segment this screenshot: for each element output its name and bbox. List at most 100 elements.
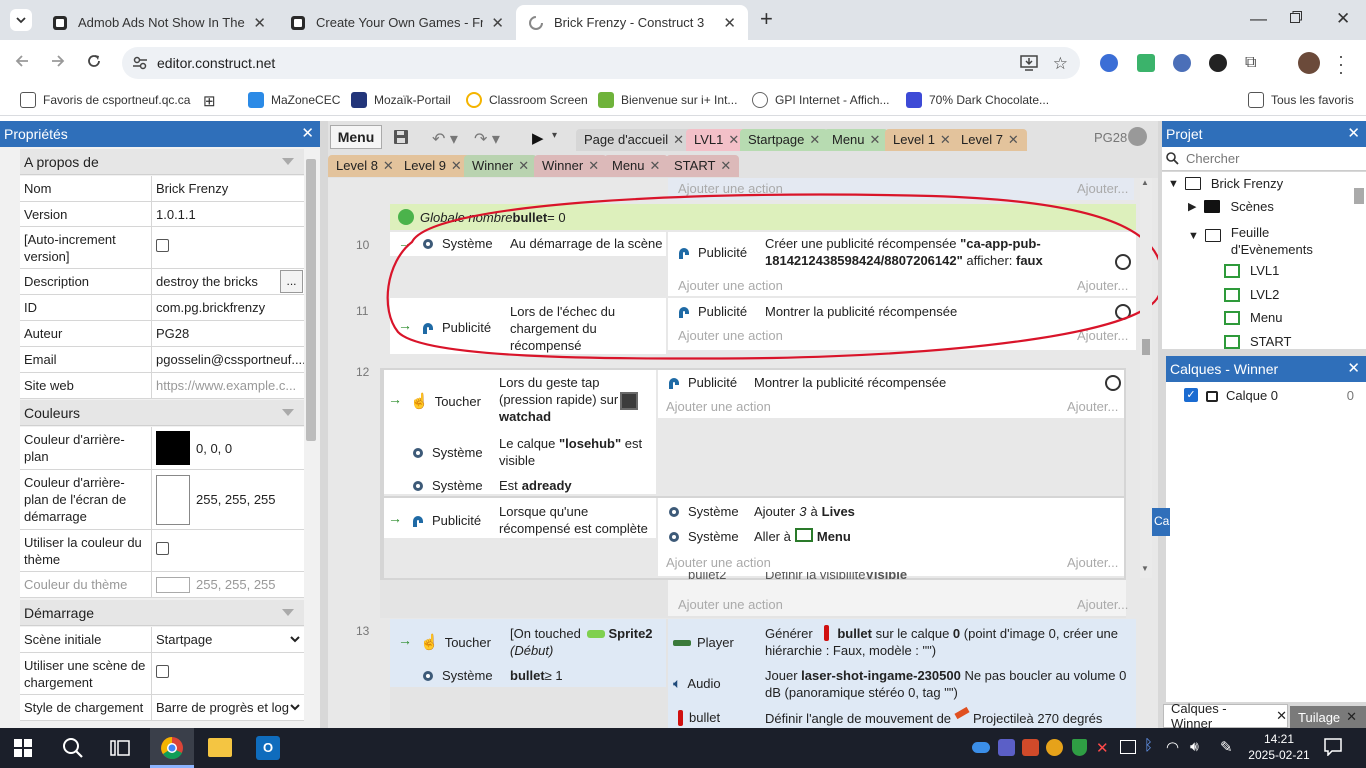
tab-start-page[interactable]: Page d'accueil ✕ <box>576 129 693 151</box>
tree-sheet-lvl2[interactable]: LVL2 <box>1224 287 1279 302</box>
close-icon[interactable]: ✕ <box>1347 124 1360 142</box>
teams-icon[interactable] <box>998 739 1015 756</box>
tab-startpage[interactable]: Startpage ✕ <box>740 129 829 151</box>
tree-event-sheets[interactable]: ▼ Feuille d'Evènements <box>1188 224 1313 258</box>
bookmark-all[interactable]: Tous les favoris <box>1248 92 1354 108</box>
prop-theme-color[interactable]: Couleur du thème 255, 255, 255 <box>20 572 304 598</box>
close-icon[interactable]: ✕ <box>728 132 739 147</box>
action-text[interactable]: Jouer laser-shot-ingame-230500 Ne pas bo… <box>765 667 1135 701</box>
tab-create-games[interactable]: Create Your Own Games - Free ✕ <box>278 5 516 40</box>
forward-icon[interactable] <box>50 53 66 69</box>
condition-text[interactable]: [On touched Sprite2 (Début) <box>510 625 670 659</box>
save-icon[interactable] <box>393 129 409 145</box>
bookmark-item[interactable]: Classroom Screen <box>466 92 588 108</box>
tree-project-root[interactable]: ▼ Brick Frenzy <box>1168 176 1283 191</box>
bookmark-item[interactable]: 70% Dark Chocolate... <box>906 92 1049 108</box>
action-text[interactable]: Définir la visibilité Visible <box>765 572 907 581</box>
tab-winner-events[interactable]: Winner ✕ <box>534 155 608 177</box>
add-action-short[interactable]: Ajouter... <box>1077 597 1128 612</box>
unlock-icon[interactable] <box>1206 391 1218 402</box>
close-icon[interactable]: ✕ <box>301 124 314 142</box>
pen-icon[interactable]: ✎ <box>1220 738 1238 762</box>
condition[interactable]: Publicité <box>410 512 481 529</box>
close-icon[interactable]: ✕ <box>1276 708 1287 724</box>
add-action-short[interactable]: Ajouter... <box>1067 399 1118 414</box>
chrome-taskbar-icon[interactable] <box>150 728 194 768</box>
theme-color-checkbox[interactable] <box>156 542 169 555</box>
condition-text[interactable]: Lorsque qu'une récompensé est complète <box>499 503 654 537</box>
tree-sheet-menu[interactable]: Menu <box>1224 310 1283 325</box>
network-icon[interactable] <box>1120 740 1136 754</box>
prop-author[interactable]: Auteur PG28 <box>20 321 304 347</box>
condition[interactable]: ☝ Toucher <box>420 634 491 651</box>
condition-text[interactable]: Lors du geste tap (pression rapide) sur … <box>499 374 639 425</box>
close-icon[interactable]: ✕ <box>451 158 462 173</box>
section-colors[interactable]: Couleurs <box>20 400 304 426</box>
close-icon[interactable]: ✕ <box>723 14 736 32</box>
tray-app-icon[interactable] <box>1022 739 1039 756</box>
close-window-icon[interactable]: ✕ <box>1336 9 1350 29</box>
tray-app-icon[interactable] <box>1046 739 1063 756</box>
description-edit-button[interactable]: ... <box>280 270 303 293</box>
address-bar[interactable]: editor.construct.net ☆ <box>122 47 1080 79</box>
tree-sheet-lvl1[interactable]: LVL1 <box>1224 263 1279 278</box>
clock[interactable]: 14:21 2025-02-21 <box>1248 731 1310 763</box>
prop-bg-color[interactable]: Couleur d'arrière-plan 0, 0, 0 <box>20 427 304 470</box>
avatar[interactable] <box>1298 52 1320 74</box>
visible-checkbox[interactable]: ✓ <box>1184 388 1198 402</box>
action-object[interactable]: Player <box>673 634 734 651</box>
tab-search-button[interactable] <box>10 9 32 31</box>
prop-use-theme-color[interactable]: Utiliser la couleur du thème <box>20 530 304 572</box>
editor-scroll-up[interactable]: ▲ <box>1141 178 1149 187</box>
editor-scrollbar-track[interactable] <box>1140 178 1152 578</box>
condition[interactable]: Système <box>420 667 493 684</box>
bookmark-item[interactable]: Favoris de csportneuf.qc.ca <box>20 92 190 108</box>
undo-icon[interactable]: ↶ ▾ <box>432 129 458 149</box>
action-object[interactable]: 🔈︎ Audio <box>673 675 721 692</box>
close-icon[interactable]: ✕ <box>1008 132 1019 147</box>
editor-scroll-down[interactable]: ▼ <box>1141 564 1149 573</box>
add-action-short[interactable]: Ajouter... <box>1067 555 1118 570</box>
properties-scrollbar[interactable] <box>306 159 316 441</box>
bottom-tab-tiling[interactable]: Tuilage ✕ <box>1290 706 1366 728</box>
hidden-panel-peek[interactable]: Ca <box>1152 508 1170 536</box>
close-icon[interactable]: ✕ <box>673 132 684 147</box>
tree-scenes[interactable]: ▶ Scènes <box>1188 199 1274 214</box>
section-startup[interactable]: Démarrage <box>20 600 304 626</box>
extension-icon[interactable] <box>1209 54 1227 72</box>
close-icon[interactable]: ✕ <box>650 158 661 173</box>
close-icon[interactable]: ✕ <box>720 158 731 173</box>
more-menu-icon[interactable]: · · · <box>1338 47 1344 81</box>
close-icon[interactable]: ✕ <box>253 14 266 32</box>
restore-icon[interactable] <box>1290 11 1302 23</box>
volume-icon[interactable]: 🔊︎ <box>1190 738 1208 762</box>
tab-level7[interactable]: Level 7 ✕ <box>953 129 1027 151</box>
color-swatch-theme[interactable] <box>156 576 190 593</box>
prop-email[interactable]: Email pgosselin@cssportneuf.... <box>20 347 304 373</box>
action-object[interactable]: bullet <box>678 709 720 726</box>
install-icon[interactable] <box>1020 55 1038 71</box>
prop-version[interactable]: Version 1.0.1.1 <box>20 202 304 227</box>
condition-text[interactable]: bullet ≥ 1 <box>510 667 563 684</box>
tab-lvl1[interactable]: LVL1 ✕ <box>686 129 748 151</box>
site-info-icon[interactable] <box>132 55 148 71</box>
reload-icon[interactable] <box>86 53 102 69</box>
prop-splash-bg-color[interactable]: Couleur d'arrière-plan de l'écran de dém… <box>20 470 304 530</box>
action-text[interactable]: Générer bullet sur le calque 0 (point d'… <box>765 625 1135 659</box>
tab-menu-2[interactable]: Menu ✕ <box>604 155 669 177</box>
prop-name[interactable]: Nom Brick Frenzy <box>20 176 304 202</box>
tab-start[interactable]: START ✕ <box>666 155 740 177</box>
condition-text[interactable]: Est adready <box>499 477 572 494</box>
minimize-icon[interactable]: — <box>1250 9 1267 29</box>
windows-start-icon[interactable] <box>14 739 32 757</box>
bookmark-item[interactable]: MaZoneCEC <box>248 92 340 108</box>
redo-icon[interactable]: ↷ ▾ <box>474 129 500 149</box>
back-icon[interactable] <box>14 53 30 69</box>
action-object[interactable]: Système <box>666 528 739 545</box>
close-icon[interactable]: ✕ <box>491 14 504 32</box>
tab-winner-layout[interactable]: Winner ✕ <box>464 155 538 177</box>
prop-initial-scene[interactable]: Scène initiale Startpage <box>20 627 304 653</box>
close-icon[interactable]: ✕ <box>1347 359 1360 377</box>
wifi-icon[interactable]: ◠ <box>1166 738 1184 762</box>
editor-scrollbar-thumb[interactable] <box>1142 339 1150 355</box>
